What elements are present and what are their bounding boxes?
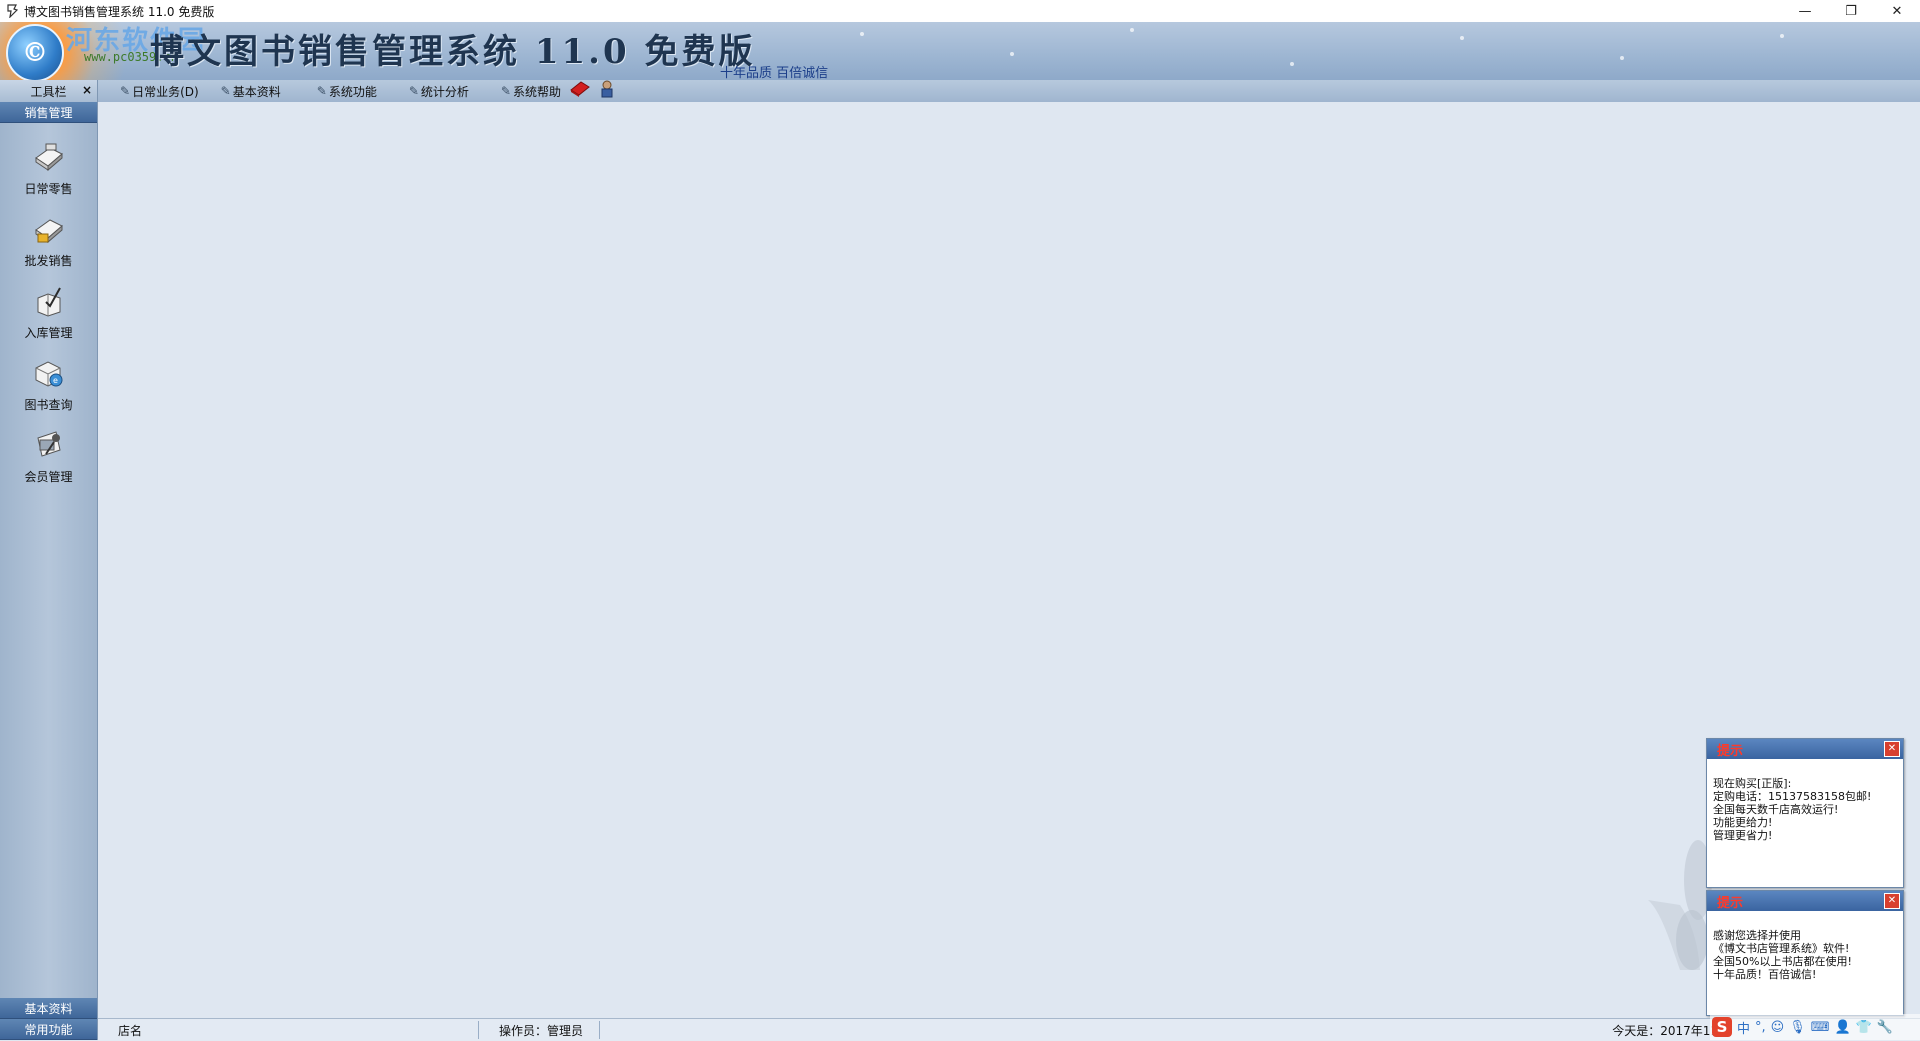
ime-toolbar: S 中 °, ☺ 🎙 ⌨ 👤 👕 🔧 (1710, 1014, 1920, 1040)
wholesale-icon (30, 210, 68, 248)
sogou-logo-icon[interactable]: S (1712, 1017, 1732, 1037)
sidebar-item-member[interactable]: 会员管理 (0, 426, 97, 498)
menu-basic-data[interactable]: ✎ 基本资料 (221, 80, 281, 102)
sparkle-decoration (1290, 62, 1294, 66)
sidebar-section-common[interactable]: 常用功能 (0, 1019, 97, 1040)
popup-body: 现在购买[正版]: 定购电话：15137583158包邮! 全国每天数千店高效运… (1707, 759, 1903, 842)
keyboard-icon[interactable]: ⌨ (1811, 1020, 1830, 1035)
emoji-icon[interactable]: ☺ (1771, 1020, 1785, 1035)
menu-daily-business[interactable]: ✎ 日常业务(D) (120, 80, 199, 102)
menu-help[interactable]: ✎ 系统帮助 (501, 80, 561, 102)
banner-title: 博文图书销售管理系统 11.0 免费版 (150, 32, 756, 72)
stock-in-icon (30, 282, 68, 320)
toolbar-close-icon[interactable]: × (82, 83, 92, 97)
toolbar-label: 工具栏 (30, 84, 67, 99)
pen-icon: ✎ (316, 84, 327, 98)
popup-title: 提示 (1717, 895, 1744, 911)
pen-icon: ✎ (120, 84, 131, 98)
popup-body: 感谢您选择并使用 《博文书店管理系统》软件! 全国50%以上书店都在使用! 十年… (1707, 911, 1903, 981)
menu-label: 日常业务(D) (132, 84, 199, 99)
sidebar-item-label: 批发销售 (24, 254, 73, 268)
menu-statistics[interactable]: ✎ 统计分析 (409, 80, 469, 102)
popup-line: 十年品质！百倍诚信! (1713, 968, 1817, 981)
menu-label: 系统功能 (328, 84, 377, 99)
sidebar-item-book-search[interactable]: e 图书查询 (0, 354, 97, 426)
sidebar: 销售管理 日常零售 批发销售 入库管理 e 图书查询 会员管理 基本资料 常用功… (0, 102, 98, 1040)
lock-user-icon[interactable] (599, 80, 615, 102)
sidebar-item-retail[interactable]: 日常零售 (0, 138, 97, 210)
popup-line: 全国每天数千店高效运行! (1713, 803, 1839, 816)
restore-button[interactable]: ❐ (1828, 0, 1874, 22)
ime-punctuation-toggle[interactable]: °, (1755, 1020, 1766, 1035)
sparkle-decoration (1780, 34, 1784, 38)
minimize-button[interactable]: — (1782, 0, 1828, 22)
sidebar-item-label: 入库管理 (24, 326, 73, 340)
popup-line: 现在购买[正版]: (1713, 777, 1792, 790)
popup-line: 定购电话：15137583158包邮! (1713, 790, 1872, 803)
pen-icon: ✎ (500, 84, 511, 98)
window-title: 博文图书销售管理系统 11.0 免费版 (24, 4, 215, 19)
popup-header: 提示 ✕ (1707, 891, 1903, 911)
tip-popup-purchase: 提示 ✕ 现在购买[正版]: 定购电话：15137583158包邮! 全国每天数… (1706, 738, 1904, 888)
ime-mode-toggle[interactable]: 中 (1737, 1018, 1750, 1037)
sidebar-item-stock-in[interactable]: 入库管理 (0, 282, 97, 354)
sidebar-section-sales[interactable]: 销售管理 (0, 102, 97, 123)
retail-icon (30, 138, 68, 176)
sparkle-decoration (1620, 56, 1624, 60)
pen-icon: ✎ (408, 84, 419, 98)
pen-icon: ✎ (220, 84, 231, 98)
popup-title: 提示 (1717, 743, 1744, 759)
popup-close-icon[interactable]: ✕ (1884, 741, 1900, 757)
red-book-icon[interactable] (569, 80, 591, 102)
popup-line: 《博文书店管理系统》软件! (1713, 942, 1850, 955)
sparkle-decoration (1010, 52, 1014, 56)
status-bar: 店名 操作员：管理员 今天是：2017年11月 (98, 1018, 1920, 1041)
popup-header: 提示 ✕ (1707, 739, 1903, 759)
sidebar-item-wholesale[interactable]: 批发销售 (0, 210, 97, 282)
sidebar-item-label: 日常零售 (24, 182, 73, 196)
menu-system-functions[interactable]: ✎ 系统功能 (317, 80, 377, 102)
skin-icon[interactable]: 👕 (1856, 1020, 1872, 1035)
popup-line: 感谢您选择并使用 (1713, 929, 1801, 942)
banner-slogan: 十年品质 百倍诚信 (720, 66, 829, 80)
status-operator: 操作员：管理员 (479, 1021, 600, 1039)
sparkle-decoration (1460, 36, 1464, 40)
toolbar-row: 工具栏 × ✎ 日常业务(D) ✎ 基本资料 ✎ 系统功能 ✎ 统计分析 ✎ 系… (0, 80, 1920, 103)
popup-line: 功能更给力! (1713, 816, 1773, 829)
popup-close-icon[interactable]: ✕ (1884, 893, 1900, 909)
menu-label: 统计分析 (420, 84, 469, 99)
menu-label: 系统帮助 (512, 84, 561, 99)
tip-popup-thanks: 提示 ✕ 感谢您选择并使用 《博文书店管理系统》软件! 全国50%以上书店都在使… (1706, 890, 1904, 1016)
sidebar-item-label: 图书查询 (24, 398, 73, 412)
sparkle-decoration (860, 32, 864, 36)
popup-line: 管理更省力! (1713, 829, 1773, 842)
mascot-image (1640, 820, 1712, 980)
logo-icon: © (6, 24, 64, 80)
wrench-icon[interactable]: 🔧 (1877, 1020, 1893, 1035)
book-search-icon: e (30, 354, 68, 392)
window-titlebar: 博文图书销售管理系统 11.0 免费版 — ❐ ✕ (0, 0, 1920, 22)
user-icon[interactable]: 👤 (1835, 1020, 1851, 1035)
sparkle-decoration (1130, 28, 1134, 32)
close-button[interactable]: ✕ (1874, 0, 1920, 22)
svg-text:e: e (53, 376, 58, 385)
toolbar-header: 工具栏 × (0, 80, 98, 102)
menu-label: 基本资料 (232, 84, 281, 99)
popup-line: 全国50%以上书店都在使用! (1713, 955, 1852, 968)
main-menu: ✎ 日常业务(D) ✎ 基本资料 ✎ 系统功能 ✎ 统计分析 ✎ 系统帮助 (120, 80, 623, 102)
app-icon (4, 3, 20, 19)
sidebar-item-label: 会员管理 (24, 470, 73, 484)
microphone-icon[interactable]: 🎙 (1789, 1020, 1806, 1035)
sidebar-section-basic-data[interactable]: 基本资料 (0, 998, 97, 1019)
app-banner: © 河东软件园 www.pc0359.cn 博文图书销售管理系统 11.0 免费… (0, 22, 1920, 80)
status-shop-name: 店名 (98, 1021, 479, 1039)
member-icon (30, 426, 68, 464)
